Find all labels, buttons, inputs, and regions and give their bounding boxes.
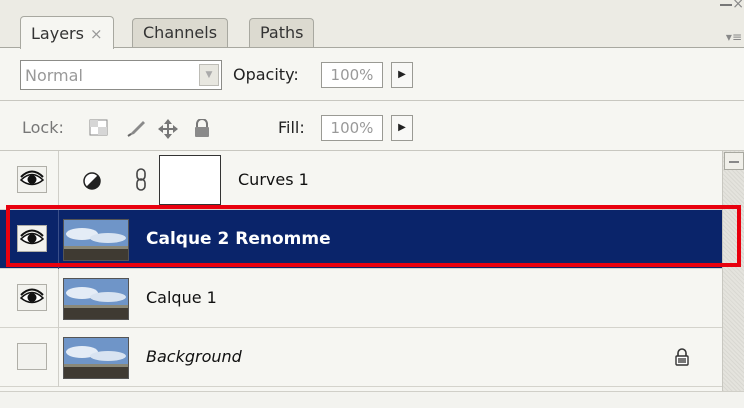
tab-layers[interactable]: Layers × (20, 16, 114, 49)
blend-mode-value: Normal (25, 66, 83, 85)
layers-list: Curves 1 Calque 2 Renomme Calque 1 Backg… (0, 151, 722, 391)
blend-mode-select[interactable]: Normal ▼ (20, 60, 222, 90)
visibility-toggle[interactable] (17, 225, 47, 252)
fill-arrow-icon[interactable]: ▶ (391, 115, 413, 141)
close-panel-icon[interactable]: × (732, 0, 744, 12)
fill-label: Fill: (278, 118, 305, 137)
move-icon[interactable] (157, 119, 179, 139)
column-divider (58, 269, 59, 328)
layer-row[interactable]: Background (0, 328, 722, 387)
brush-icon[interactable] (125, 119, 147, 139)
fill-input[interactable]: 100% (321, 115, 383, 141)
tab-channels[interactable]: Channels (132, 18, 229, 47)
panel-menu-icon[interactable]: ▾≡ (726, 30, 742, 44)
scrollbar-track[interactable] (722, 151, 744, 391)
opacity-input[interactable]: 100% (321, 62, 383, 88)
chevron-down-icon[interactable]: ▼ (199, 64, 219, 86)
panel-tab-bar: Layers × Channels Paths × ▾≡ (0, 0, 744, 49)
eye-icon (19, 170, 45, 186)
column-divider (58, 151, 59, 210)
minimize-icon[interactable] (720, 4, 732, 6)
lock-all-icon[interactable] (193, 119, 211, 139)
link-chain-icon[interactable] (134, 167, 148, 193)
eye-icon (19, 229, 45, 245)
scroll-up-button[interactable] (724, 152, 744, 170)
visibility-toggle[interactable] (17, 166, 47, 193)
adjustment-layer-icon (83, 172, 101, 190)
layer-mask-thumbnail[interactable] (159, 155, 221, 205)
column-divider (58, 328, 59, 387)
visibility-toggle[interactable] (17, 343, 47, 370)
layer-thumbnail[interactable] (63, 278, 129, 320)
tab-channels-label: Channels (143, 23, 218, 42)
layer-name[interactable]: Calque 2 Renomme (146, 229, 331, 249)
opacity-arrow-icon[interactable]: ▶ (391, 62, 413, 88)
layer-thumbnail[interactable] (63, 219, 129, 261)
lock-icon (675, 348, 689, 366)
tab-close-icon[interactable]: × (90, 25, 103, 43)
layer-row[interactable]: Curves 1 (0, 151, 722, 210)
lock-transparent-icon[interactable] (89, 119, 109, 137)
layer-row[interactable]: Calque 1 (0, 269, 722, 328)
tab-paths[interactable]: Paths (249, 18, 315, 47)
visibility-toggle[interactable] (17, 284, 47, 311)
layer-name[interactable]: Curves 1 (238, 170, 309, 189)
layer-row-selected[interactable]: Calque 2 Renomme (0, 210, 722, 269)
panel-footer (0, 391, 744, 408)
eye-icon (19, 288, 45, 304)
lock-label: Lock: (22, 118, 64, 137)
tab-layers-label: Layers (31, 24, 84, 43)
column-divider (58, 210, 59, 269)
layer-name[interactable]: Background (146, 347, 242, 366)
options-divider (0, 100, 744, 101)
layer-name[interactable]: Calque 1 (146, 288, 217, 307)
layer-thumbnail[interactable] (63, 337, 129, 379)
tab-paths-label: Paths (260, 23, 304, 42)
opacity-label: Opacity: (233, 65, 299, 84)
